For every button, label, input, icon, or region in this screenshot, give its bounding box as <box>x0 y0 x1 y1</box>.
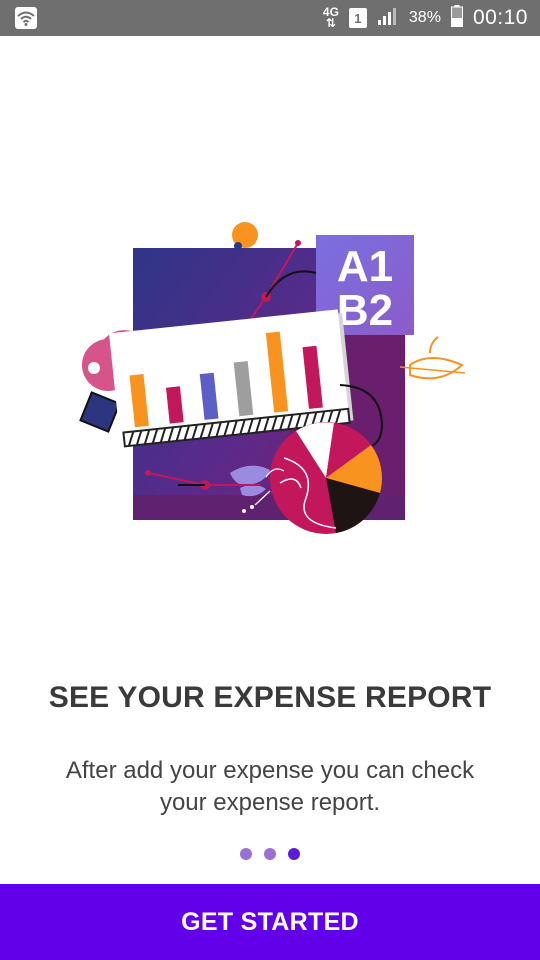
expense-report-illustration: A1 B2 <box>70 215 470 545</box>
network-type-indicator: 4G ⇅ <box>323 6 339 30</box>
page-dot-3-active[interactable] <box>288 848 300 860</box>
onboarding-description: After add your expense you can check you… <box>65 757 475 816</box>
page-indicator <box>0 848 540 860</box>
signal-icon <box>377 6 399 31</box>
battery-icon <box>450 4 463 32</box>
get-started-button[interactable]: GET STARTED <box>0 884 540 960</box>
data-arrows-icon: ⇅ <box>325 16 336 30</box>
status-bar: 4G ⇅ 1 38% 00:10 <box>0 0 540 36</box>
wifi-icon <box>14 6 38 35</box>
dark-square-icon <box>79 391 121 433</box>
label-b2: B2 <box>337 286 393 335</box>
onboarding-title: SEE YOUR EXPENSE REPORT <box>48 681 492 714</box>
pie-chart <box>270 422 382 534</box>
status-clock: 00:10 <box>472 6 528 29</box>
sim-slot-label: 1 <box>354 10 362 26</box>
sim-icon: 1 <box>348 8 367 28</box>
battery-percent: 38% <box>408 9 441 26</box>
page-dot-1[interactable] <box>240 848 252 860</box>
page-dot-2[interactable] <box>264 848 276 860</box>
label-a1: A1 <box>337 242 393 291</box>
